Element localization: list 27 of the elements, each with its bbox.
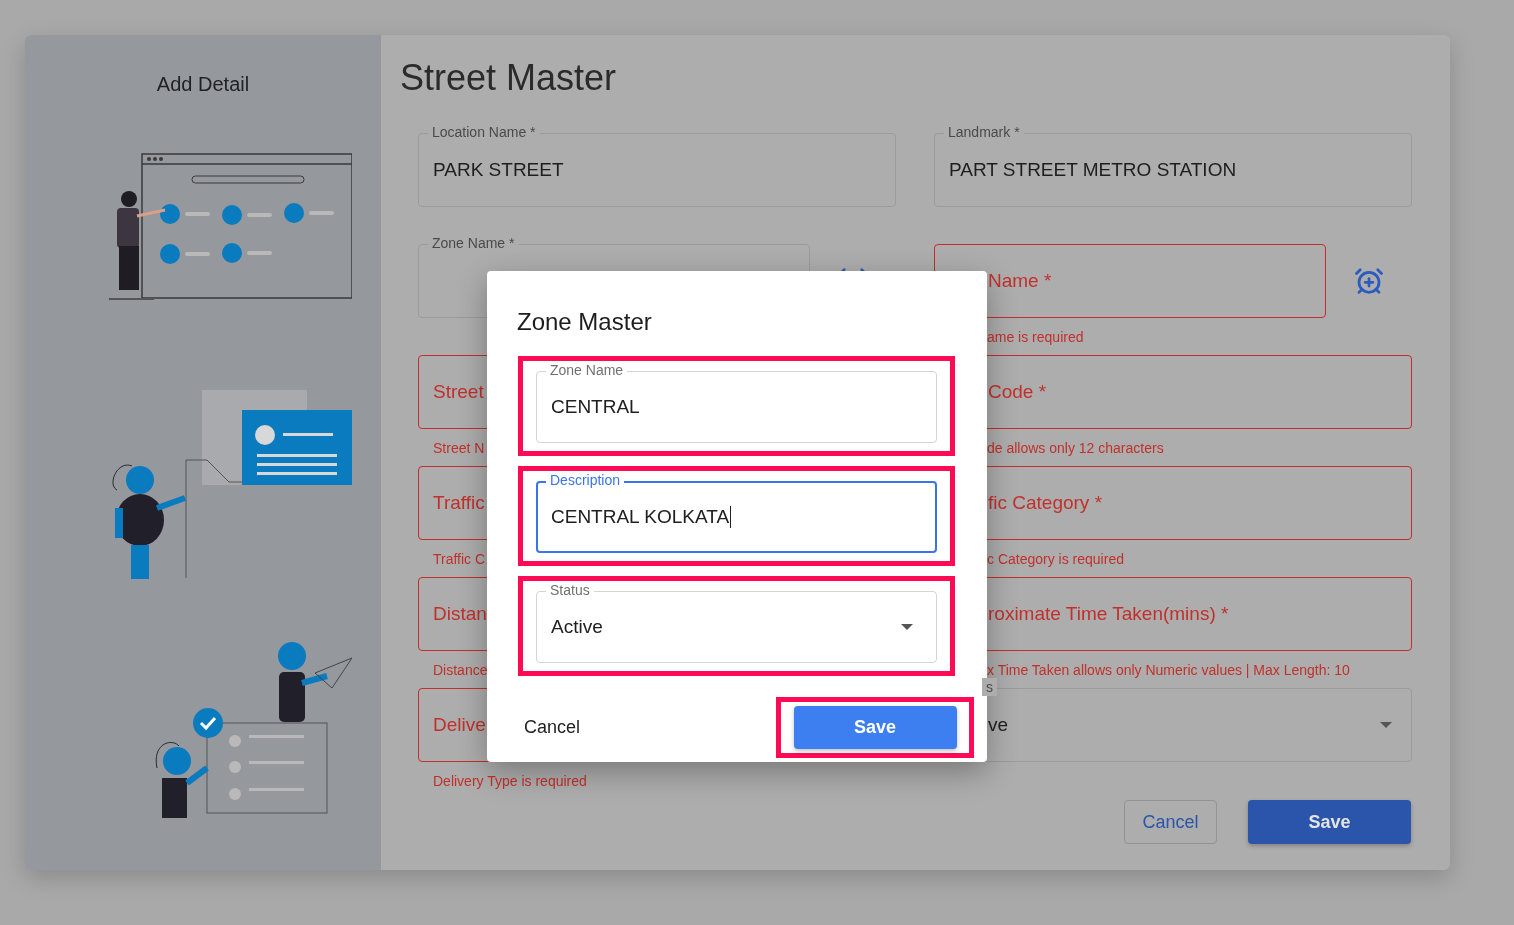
- helper-text: Distance: [433, 661, 488, 678]
- field-value: Active: [551, 616, 604, 638]
- field-value: CENTRAL: [551, 396, 641, 418]
- field-label: s: [982, 678, 997, 696]
- page-title: Street Master: [400, 57, 618, 99]
- field-label: Description: [546, 471, 625, 489]
- field-label: Distan: [433, 603, 487, 625]
- field-value: PART STREET METRO STATION: [949, 159, 1238, 181]
- helper-text: ame is required: [987, 328, 1084, 345]
- helper-text: de allows only 12 characters: [987, 439, 1164, 456]
- field-value: ve: [988, 714, 1010, 736]
- helper-text: Street N: [433, 439, 485, 456]
- sidebar-title: Add Detail: [156, 73, 250, 96]
- field-value: PARK STREET: [433, 159, 565, 181]
- field-label: Name *: [988, 270, 1052, 292]
- helper-text: Traffic C: [433, 550, 486, 567]
- helper-text: c Category is required: [987, 550, 1124, 567]
- field-label: Street: [433, 381, 484, 403]
- helper-text: Delivery Type is required: [433, 772, 587, 789]
- field-label: roximate Time Taken(mins) *: [988, 603, 1229, 625]
- field-label: fic Category *: [988, 492, 1103, 514]
- field-value: CENTRAL KOLKATA: [551, 506, 733, 528]
- field-label: Traffic: [433, 492, 485, 514]
- helper-text: x Time Taken allows only Numeric values | Max Length: 10: [987, 661, 1350, 678]
- dialog-title: Zone Master: [517, 307, 653, 337]
- field-label: Delive: [433, 714, 486, 736]
- field-label: Code *: [988, 381, 1047, 403]
